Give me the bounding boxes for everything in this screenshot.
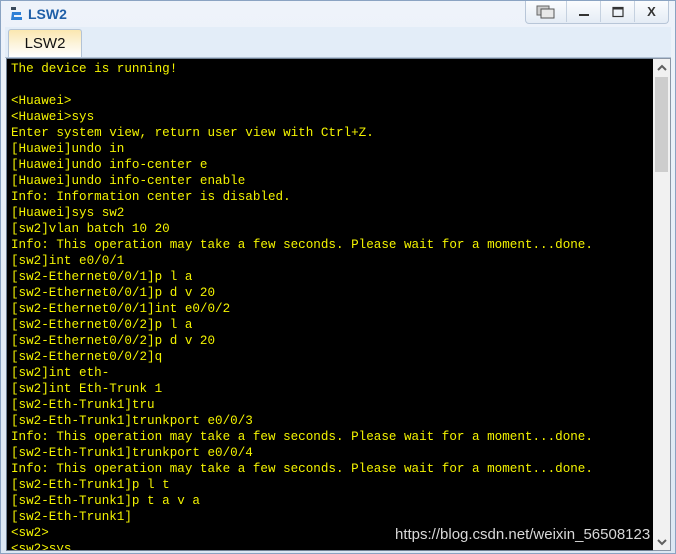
maximize-icon xyxy=(611,6,624,17)
restore-layout-button[interactable] xyxy=(526,1,566,22)
terminal-line: [sw2-Eth-Trunk1]trunkport e0/0/4 xyxy=(11,446,253,460)
terminal-line: [sw2-Eth-Trunk1]p t a v a xyxy=(11,494,200,508)
vertical-scrollbar[interactable] xyxy=(653,58,671,551)
terminal-line: [Huawei]undo info-center e xyxy=(11,158,208,172)
terminal-line: <Huawei> xyxy=(11,94,72,108)
watermark-text: https://blog.csdn.net/weixin_56508123 xyxy=(395,526,651,543)
window-controls: X xyxy=(525,1,669,24)
close-icon: X xyxy=(647,4,656,19)
terminal-line: <Huawei>sys xyxy=(11,110,95,124)
terminal-line: [Huawei]undo in xyxy=(11,142,125,156)
terminal-line: [Huawei]undo info-center enable xyxy=(11,174,246,188)
terminal-line: [sw2-Ethernet0/0/1]p l a xyxy=(11,270,193,284)
scroll-thumb[interactable] xyxy=(655,77,668,172)
terminal-line: [sw2-Ethernet0/0/1]p d v 20 xyxy=(11,286,216,300)
terminal-line: [sw2-Ethernet0/0/2]p d v 20 xyxy=(11,334,216,348)
terminal-line: [sw2-Eth-Trunk1]trunkport e0/0/3 xyxy=(11,414,253,428)
terminal-line: Info: This operation may take a few seco… xyxy=(11,430,593,444)
terminal-console[interactable]: The device is running! <Huawei> <Huawei>sy… xyxy=(6,58,655,551)
terminal-line: [sw2-Ethernet0/0/1]int e0/0/2 xyxy=(11,302,231,316)
tab-strip: LSW2 xyxy=(5,27,671,58)
title-bar[interactable]: LSW2 X xyxy=(1,1,675,27)
terminal-line: [sw2-Eth-Trunk1] xyxy=(11,510,132,524)
terminal-line: [sw2]int eth- xyxy=(11,366,110,380)
terminal-line: The device is running! xyxy=(11,62,178,76)
minimize-button[interactable] xyxy=(566,1,600,22)
close-button[interactable]: X xyxy=(634,1,668,22)
minimize-icon xyxy=(578,13,589,16)
chevron-up-icon xyxy=(656,64,667,71)
terminal-line: [sw2-Eth-Trunk1]p l t xyxy=(11,478,170,492)
ensp-device-icon xyxy=(11,7,22,20)
cascade-windows-icon xyxy=(536,5,555,18)
terminal-line: Enter system view, return user view with… xyxy=(11,126,374,140)
terminal-output: The device is running! <Huawei> <Huawei>sy… xyxy=(11,61,593,550)
terminal-line: [sw2]int Eth-Trunk 1 xyxy=(11,382,163,396)
terminal-line: [sw2]int e0/0/1 xyxy=(11,254,125,268)
terminal-window: LSW2 X LSW2 The device is running! <Huawe… xyxy=(0,0,676,554)
window-title: LSW2 xyxy=(28,6,67,22)
terminal-line: [sw2-Eth-Trunk1]tru xyxy=(11,398,155,412)
scroll-down-button[interactable] xyxy=(653,533,670,550)
terminal-line: [Huawei]sys sw2 xyxy=(11,206,125,220)
terminal-line: Info: This operation may take a few seco… xyxy=(11,462,593,476)
terminal-line: Info: Information center is disabled. xyxy=(11,190,291,204)
scroll-up-button[interactable] xyxy=(653,59,670,76)
chevron-down-icon xyxy=(656,538,667,545)
tab-lsw2[interactable]: LSW2 xyxy=(8,29,82,57)
terminal-line: [sw2-Ethernet0/0/2]q xyxy=(11,350,163,364)
maximize-button[interactable] xyxy=(600,1,634,22)
terminal-line: [sw2-Ethernet0/0/2]p l a xyxy=(11,318,193,332)
terminal-line: [sw2]vlan batch 10 20 xyxy=(11,222,170,236)
terminal-line: Info: This operation may take a few seco… xyxy=(11,238,593,252)
